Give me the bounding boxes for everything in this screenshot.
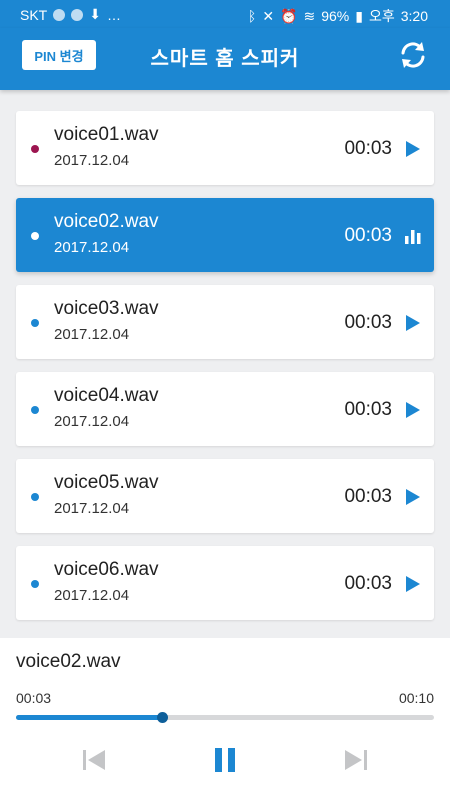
skip-previous-icon [83, 750, 105, 770]
recording-date: 2017.12.04 [54, 500, 130, 517]
recording-date: 2017.12.04 [54, 587, 130, 604]
progress-bar[interactable] [16, 712, 434, 723]
progress-thumb[interactable] [157, 712, 169, 723]
recording-date: 2017.12.04 [54, 239, 130, 256]
battery-level: 96% [321, 8, 350, 24]
recording-duration: 00:03 [344, 486, 392, 507]
time-ampm: 오후 [368, 8, 395, 24]
recording-date: 2017.12.04 [54, 413, 130, 430]
now-playing-title: voice02.wav [16, 651, 121, 672]
play-icon[interactable] [404, 313, 422, 333]
progress-fill [16, 715, 163, 720]
recording-name: voice03.wav [54, 298, 159, 319]
recording-item[interactable]: voice03.wav 2017.12.04 00:03 [16, 285, 434, 359]
refresh-icon [401, 42, 425, 68]
equalizer-icon [405, 230, 421, 244]
played-indicator-dot [31, 145, 39, 153]
wifi-icon: ≋ [303, 7, 316, 24]
recording-item[interactable]: voice01.wav 2017.12.04 00:03 [16, 111, 434, 185]
current-time: 00:03 [16, 690, 52, 706]
recording-duration: 00:03 [344, 225, 392, 246]
status-bar: SKT ⬇ … ᛒ ✕ ⏰ ≋ 96% ▮ 오후 3:20 [0, 0, 450, 28]
battery-icon: ▮ [355, 7, 363, 24]
clock-time: 3:20 [400, 8, 428, 24]
carrier-label: SKT [20, 6, 48, 23]
audio-player: voice02.wav 00:03 00:10 [0, 638, 450, 800]
total-time: 00:10 [398, 690, 434, 706]
recording-name: voice01.wav [54, 124, 159, 145]
message-notification-icon [53, 8, 66, 21]
recording-duration: 00:03 [344, 573, 392, 594]
pause-button[interactable] [211, 746, 239, 774]
mute-icon: ✕ [262, 7, 275, 24]
download-notification-icon: ⬇ [89, 6, 101, 22]
recording-duration: 00:03 [344, 399, 392, 420]
recording-item-playing[interactable]: voice02.wav 2017.12.04 00:03 [16, 198, 434, 272]
recording-name: voice05.wav [54, 472, 159, 493]
alarm-icon: ⏰ [280, 7, 298, 24]
recording-name: voice06.wav [54, 559, 159, 580]
recording-item[interactable]: voice06.wav 2017.12.04 00:03 [16, 546, 434, 620]
app-notification-icon [71, 8, 84, 21]
previous-button[interactable] [80, 746, 108, 774]
recording-date: 2017.12.04 [54, 326, 130, 343]
bluetooth-icon: ᛒ [247, 8, 257, 24]
pause-icon [215, 748, 235, 772]
play-icon[interactable] [404, 139, 422, 159]
recording-item[interactable]: voice04.wav 2017.12.04 00:03 [16, 372, 434, 446]
play-icon[interactable] [404, 487, 422, 507]
recording-duration: 00:03 [344, 312, 392, 333]
recording-name: voice02.wav [54, 211, 159, 232]
recording-date: 2017.12.04 [54, 152, 130, 169]
indicator-dot [31, 232, 39, 240]
more-notifications-icon: … [106, 6, 121, 23]
next-button[interactable] [342, 746, 370, 774]
unplayed-indicator-dot [31, 406, 39, 414]
app-bar: PIN 변경 스마트 홈 스피커 [0, 28, 450, 90]
recording-item[interactable]: voice05.wav 2017.12.04 00:03 [16, 459, 434, 533]
play-icon[interactable] [404, 574, 422, 594]
recording-name: voice04.wav [54, 385, 159, 406]
unplayed-indicator-dot [31, 319, 39, 327]
recording-duration: 00:03 [344, 138, 392, 159]
change-pin-button[interactable]: PIN 변경 [22, 40, 96, 70]
unplayed-indicator-dot [31, 493, 39, 501]
unplayed-indicator-dot [31, 580, 39, 588]
refresh-button[interactable] [396, 38, 430, 72]
skip-next-icon [345, 750, 367, 770]
play-icon[interactable] [404, 400, 422, 420]
